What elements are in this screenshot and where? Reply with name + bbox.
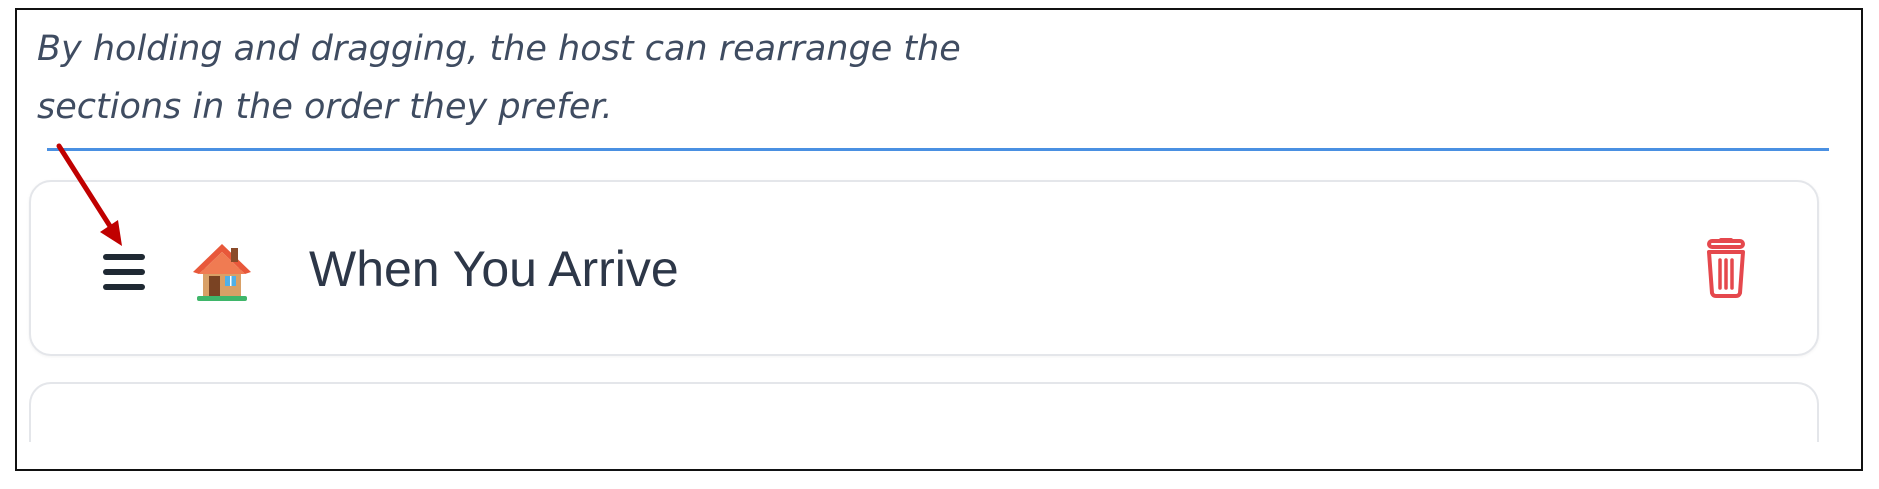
house-icon — [191, 240, 253, 302]
section-title: When You Arrive — [309, 241, 679, 297]
trash-icon[interactable] — [1701, 238, 1751, 298]
drag-handle-icon[interactable] — [101, 250, 147, 294]
screenshot-frame: By holding and dragging, the host can re… — [15, 8, 1863, 471]
section-card-next[interactable] — [29, 382, 1819, 442]
blue-divider — [47, 148, 1829, 151]
section-card-when-you-arrive[interactable]: When You Arrive — [29, 180, 1819, 356]
annotation-caption: By holding and dragging, the host can re… — [37, 20, 1037, 136]
caption-line-2: sections in the order they prefer. — [37, 87, 613, 127]
caption-line-1: By holding and dragging, the host can re… — [37, 29, 961, 69]
